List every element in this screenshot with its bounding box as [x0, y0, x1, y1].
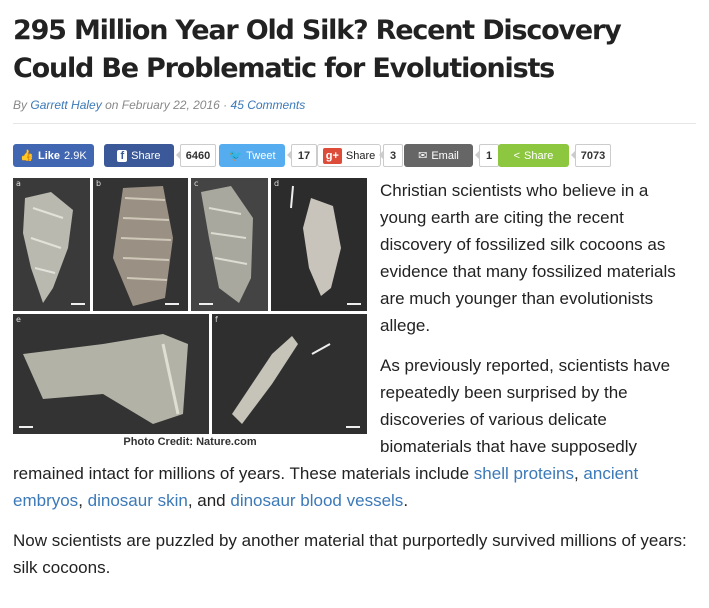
panel-label-d: d — [274, 179, 280, 188]
scale-bar — [19, 426, 33, 428]
google-plus-count: 3 — [379, 144, 403, 167]
fossil-panel-b: b — [93, 178, 188, 311]
scale-bar — [165, 303, 179, 305]
comments-link[interactable]: 45 Comments — [231, 98, 306, 112]
panel-label-f: f — [215, 315, 218, 324]
facebook-share-label: Share — [131, 149, 161, 162]
fossil-panel-a: a — [13, 178, 90, 311]
link-dinosaur-skin[interactable]: dinosaur skin — [88, 491, 188, 510]
panel-label-e: e — [16, 315, 21, 324]
envelope-icon: ✉ — [418, 150, 428, 162]
fossil-image-d — [271, 178, 367, 311]
panel-label-c: c — [194, 179, 199, 188]
scale-bar — [346, 426, 360, 428]
fossil-panel-e: e — [13, 314, 209, 434]
article-page: 295 Million Year Old Silk? Recent Discov… — [0, 0, 709, 608]
byline-on: on — [105, 98, 119, 112]
generic-share-button[interactable]: < Share — [498, 144, 569, 167]
like-count: 2.9K — [64, 149, 87, 162]
tweet-label: Tweet — [246, 149, 276, 162]
byline-by: By — [13, 98, 28, 112]
panel-label-b: b — [96, 179, 102, 188]
divider — [13, 123, 696, 124]
comma: , — [573, 464, 584, 483]
fossil-image-e — [13, 314, 209, 434]
generic-share-count: 7073 — [571, 144, 611, 167]
fossil-image-c — [191, 178, 268, 311]
facebook-share-count: 6460 — [176, 144, 216, 167]
google-plus-icon: g+ — [322, 147, 342, 164]
email-label: Email — [431, 149, 459, 162]
fossil-silk-figure[interactable]: a b c d e f Photo Credit: Nature.com — [13, 178, 367, 454]
like-label: Like — [38, 149, 61, 162]
conjunction: , and — [187, 491, 231, 510]
byline-separator: · — [223, 98, 228, 112]
email-count: 1 — [475, 144, 499, 167]
share-icon: < — [513, 149, 521, 162]
author-link[interactable]: Garrett Haley — [30, 98, 101, 112]
photo-credit: Photo Credit: Nature.com — [123, 436, 257, 448]
fossil-panel-d: d — [271, 178, 367, 311]
fossil-image-b — [93, 178, 188, 311]
facebook-icon: f — [117, 149, 128, 162]
google-plus-label: Share — [345, 149, 376, 162]
scale-bar — [347, 303, 361, 305]
fossil-image-a — [13, 178, 90, 311]
google-plus-share-button[interactable]: g+ Share — [317, 144, 381, 167]
link-shell-proteins[interactable]: shell proteins — [474, 464, 574, 483]
twitter-bird-icon: 🐦 — [228, 150, 243, 162]
thumbs-up-icon: 👍 — [20, 150, 35, 162]
article-title: 295 Million Year Old Silk? Recent Discov… — [13, 15, 622, 84]
scale-bar — [199, 303, 213, 305]
fossil-image-f — [212, 314, 367, 434]
email-button[interactable]: ✉ Email — [404, 144, 473, 167]
fossil-panel-c: c — [191, 178, 268, 311]
tweet-button[interactable]: 🐦 Tweet — [219, 144, 285, 167]
fossil-panel-f: f — [212, 314, 367, 434]
byline: By Garrett Haley on February 22, 2016 · … — [13, 98, 709, 112]
link-dinosaur-blood-vessels[interactable]: dinosaur blood vessels — [230, 491, 403, 510]
period: . — [403, 491, 409, 510]
facebook-like-button[interactable]: 👍 Like 2.9K — [13, 144, 94, 167]
share-bar: 👍 Like 2.9K f Share 6460 🐦 Tweet 17 g+ S… — [13, 144, 709, 170]
generic-share-label: Share — [524, 149, 554, 162]
paragraph-3: Now scientists are puzzled by another ma… — [13, 531, 687, 577]
comma: , — [78, 491, 88, 510]
tweet-count: 17 — [287, 144, 317, 167]
scale-bar — [71, 303, 85, 305]
publish-date: February 22, 2016 — [121, 98, 220, 112]
panel-label-a: a — [16, 179, 21, 188]
facebook-share-button[interactable]: f Share — [104, 144, 174, 167]
